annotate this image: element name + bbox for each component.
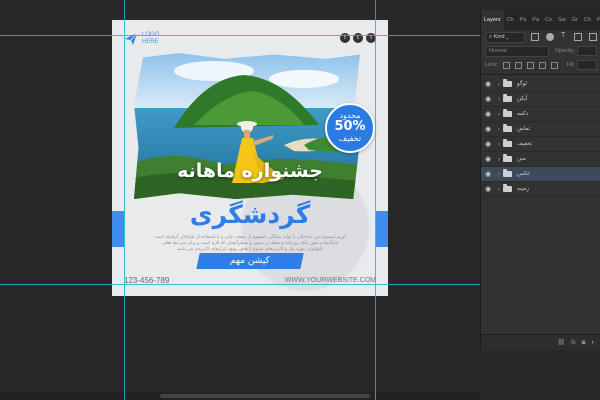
folder-icon	[503, 169, 512, 177]
eye-icon[interactable]: ◉	[481, 140, 495, 148]
layer-name: آیکن	[517, 96, 528, 102]
document-canvas-area[interactable]: LOGO HERE f t i	[0, 0, 480, 400]
eye-icon[interactable]: ◉	[481, 80, 495, 88]
chevron-right-icon[interactable]: ›	[495, 81, 503, 88]
tab-gradients[interactable]: Gr	[569, 10, 581, 30]
folder-icon	[503, 184, 512, 192]
filter-adjustment-icon[interactable]	[546, 33, 554, 41]
blend-mode-select[interactable]: Normal	[485, 45, 549, 57]
filter-icons: T	[531, 32, 597, 41]
tab-layers[interactable]: Layers	[481, 10, 504, 30]
layer-row[interactable]: ◉ › دکمه	[481, 107, 600, 122]
chevron-right-icon[interactable]: ›	[495, 126, 503, 133]
filter-smartobject-icon[interactable]	[589, 33, 597, 41]
tab-character[interactable]: Ch	[581, 10, 594, 30]
filter-shape-icon[interactable]	[574, 33, 582, 41]
filter-pixel-icon[interactable]	[531, 33, 539, 41]
layer-name: لوگو	[517, 81, 527, 87]
layers-bottom-toolbar: ⛓ fx ◙ ◐	[481, 334, 600, 350]
eye-icon[interactable]: ◉	[481, 95, 495, 103]
lock-position-icon[interactable]	[527, 61, 535, 69]
folder-icon	[503, 94, 512, 102]
chevron-right-icon[interactable]: ›	[495, 141, 503, 148]
folder-icon	[503, 124, 512, 132]
filter-row: ⌕ Kind ⌄ T	[481, 30, 600, 44]
artwork-canvas[interactable]: LOGO HERE f t i	[112, 20, 388, 296]
logo-text-line2: HERE	[142, 39, 159, 45]
panel-divider	[481, 74, 600, 75]
tab-paths[interactable]: Pa	[517, 10, 530, 30]
lock-all-icon[interactable]	[551, 61, 559, 69]
lock-row: Lock: Fill:	[481, 58, 600, 72]
adjustment-icon[interactable]: ◐	[591, 340, 595, 346]
layer-row[interactable]: ◉ › متن	[481, 152, 600, 167]
scrollbar-thumb[interactable]	[160, 394, 370, 398]
fill-field[interactable]	[577, 60, 597, 70]
layer-row[interactable]: ◉ › لوگو	[481, 77, 600, 92]
filter-type-icon[interactable]: T	[561, 32, 567, 39]
layer-row[interactable]: ◉ › آیکن	[481, 92, 600, 107]
fx-icon[interactable]: fx	[571, 340, 576, 346]
panel-tabs: Layers Ch Pa Pa Co Sw Gr Ch Pa ≡	[481, 10, 600, 30]
fill-label: Fill:	[566, 62, 575, 68]
layer-row[interactable]: ◉ › تخفیف	[481, 137, 600, 152]
opacity-label: Opacity:	[554, 48, 575, 54]
layers-panel: Layers Ch Pa Pa Co Sw Gr Ch Pa ≡ ⌕ Kind …	[480, 10, 600, 350]
cta-label: کپشن مهم	[230, 256, 270, 266]
mask-icon[interactable]: ◙	[582, 340, 586, 346]
chevron-right-icon[interactable]: ›	[495, 171, 503, 178]
description-text: لورم ایپسوم متن ساختگی با تولید سادگی نا…	[154, 235, 346, 252]
eye-icon[interactable]: ◉	[481, 155, 495, 163]
badge-bottom-text: تخفیف	[338, 134, 362, 143]
folder-icon	[503, 79, 512, 87]
lock-artboard-icon[interactable]	[539, 61, 547, 69]
chevron-right-icon[interactable]: ›	[495, 156, 503, 163]
opacity-field[interactable]	[577, 46, 597, 56]
layer-list: ◉ › لوگو ◉ › آیکن ◉ › دکمه ◉ › تماس ◉ › تخفیف ◉ › مت…	[481, 77, 600, 197]
link-icon[interactable]: ⛓	[557, 339, 565, 346]
tourism-title: گردشگری	[189, 200, 311, 229]
layer-name: متن	[517, 156, 526, 162]
layer-name: زمینه	[517, 186, 529, 192]
layer-name: دکمه	[517, 111, 529, 117]
folder-icon	[503, 139, 512, 147]
lock-label: Lock:	[485, 62, 499, 68]
lock-image-icon[interactable]	[515, 61, 523, 69]
eye-icon[interactable]: ◉	[481, 185, 495, 193]
eye-icon[interactable]: ◉	[481, 170, 495, 178]
guide-vertical-left[interactable]	[124, 0, 125, 400]
right-accent-bar	[376, 211, 388, 247]
layer-name: تخفیف	[517, 141, 533, 147]
layer-row-selected[interactable]: ◉ › عکس	[481, 167, 600, 182]
discount-badge: محدود 50% تخفیف	[325, 103, 375, 153]
folder-icon	[503, 109, 512, 117]
filter-kind-value: Kind	[493, 33, 505, 40]
layer-row[interactable]: ◉ › زمینه	[481, 182, 600, 197]
tab-swatches[interactable]: Sw	[555, 10, 569, 30]
festival-headline: جشنواره ماهانه	[177, 160, 323, 182]
eye-icon[interactable]: ◉	[481, 110, 495, 118]
eye-icon[interactable]: ◉	[481, 125, 495, 133]
tab-color[interactable]: Co	[542, 10, 555, 30]
badge-percent: 50%	[334, 119, 366, 134]
layer-name: عکس	[517, 171, 531, 177]
layer-name: تماس	[517, 126, 531, 132]
cta-button: کپشن مهم	[196, 253, 304, 269]
chevron-right-icon[interactable]: ›	[495, 111, 503, 118]
tab-channels[interactable]: Ch	[504, 10, 517, 30]
tab-patterns[interactable]: Pa	[594, 10, 600, 30]
website-url: WWW.YOURWEBSITE.COM	[284, 277, 376, 284]
folder-icon	[503, 154, 512, 162]
tab-paragraph[interactable]: Pa	[529, 10, 542, 30]
horizontal-scrollbar[interactable]	[0, 392, 480, 400]
blend-row: Normal Opacity:	[481, 44, 600, 58]
layer-row[interactable]: ◉ › تماس	[481, 122, 600, 137]
chevron-right-icon[interactable]: ›	[495, 96, 503, 103]
lock-transparent-icon[interactable]	[503, 61, 511, 69]
chevron-right-icon[interactable]: ›	[495, 186, 503, 193]
left-accent-bar	[112, 211, 124, 247]
guide-vertical-right[interactable]	[375, 0, 376, 400]
filter-kind-select[interactable]: ⌕ Kind ⌄	[485, 31, 525, 43]
